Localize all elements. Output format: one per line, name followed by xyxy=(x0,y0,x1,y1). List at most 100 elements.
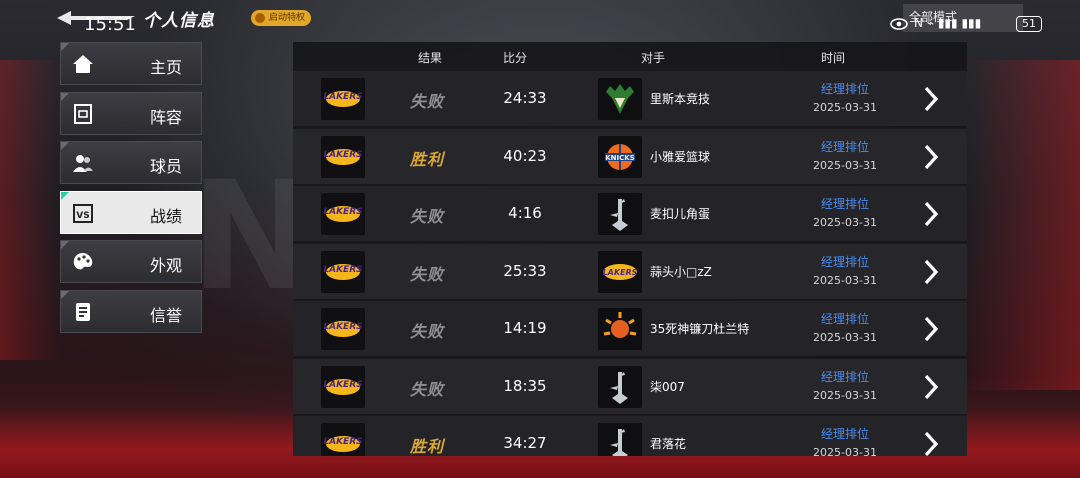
header-result: 结果 xyxy=(418,51,443,65)
arena-board-right xyxy=(965,60,1080,390)
knicks-logo: KNICKS xyxy=(598,135,642,178)
match-type-link[interactable]: 经理排位 xyxy=(797,310,893,327)
match-score: 25:33 xyxy=(503,261,547,280)
sidebar-item-label: 球员 xyxy=(150,157,183,176)
match-result: 胜利 xyxy=(409,437,444,456)
bucks-logo xyxy=(598,78,642,120)
palette-icon xyxy=(73,253,93,270)
court-icon xyxy=(74,103,92,124)
match-type-link[interactable]: 经理排位 xyxy=(797,80,893,97)
lakers-logo-text: LAKERS xyxy=(323,92,363,102)
match-date: 2025-03-31 xyxy=(813,331,877,344)
sidebar-item-label: 阵容 xyxy=(150,107,183,127)
chevron-right-icon[interactable] xyxy=(921,373,941,401)
chevron-right-icon[interactable] xyxy=(921,258,941,286)
own-team-logo: LAKERS xyxy=(321,193,365,235)
match-type-link[interactable]: 经理排位 xyxy=(797,368,893,385)
match-score: 40:23 xyxy=(503,146,547,165)
own-team-logo: LAKERS xyxy=(321,365,365,408)
header-time: 时间 xyxy=(821,51,846,65)
match-score: 24:33 xyxy=(503,89,547,107)
suns-logo xyxy=(598,308,642,350)
opponent-name: 蒜头小□zZ xyxy=(650,264,712,279)
own-team-logo: LAKERS xyxy=(321,250,365,293)
sidebar-item-lineup[interactable]: 阵容 xyxy=(60,91,202,135)
clock: 15:51 xyxy=(84,14,136,35)
sidebar-item-label: 主页 xyxy=(150,58,183,77)
match-result: 失败 xyxy=(409,264,444,284)
privilege-icon xyxy=(255,13,265,23)
match-type-link[interactable]: 经理排位 xyxy=(797,425,893,442)
match-record-table: 结果 比分 对手 时间 LAKERS 失败 24:33 里斯本竞技 经理排位 2025-0… xyxy=(293,42,967,456)
match-type-link[interactable]: 经理排位 xyxy=(797,195,893,212)
table-row[interactable]: LAKERS 失败 25:33 LAKERS 蒜头小□zZ 经理排位 2025-03-31 xyxy=(293,242,967,299)
network-status: N ⌁ ▮▮▮ ▮▮▮ xyxy=(914,16,982,30)
chevron-right-icon[interactable] xyxy=(921,315,941,343)
table-row[interactable]: LAKERS 失败 24:33 里斯本竞技 经理排位 2025-03-31 xyxy=(293,70,967,126)
match-type-link[interactable]: 经理排位 xyxy=(797,253,893,270)
sidebar-item-credit[interactable]: 信誉 xyxy=(60,289,202,333)
spurs-logo xyxy=(598,423,642,456)
page-title: 个人信息 xyxy=(143,11,215,31)
own-team-logo: LAKERS xyxy=(321,308,365,350)
match-date: 2025-03-31 xyxy=(813,216,877,229)
chevron-right-icon[interactable] xyxy=(921,143,941,171)
match-date: 2025-03-31 xyxy=(813,388,877,402)
table-row[interactable]: LAKERS 胜利 34:27 君落花 经理排位 2025-03-31 xyxy=(293,415,967,456)
eye-icon xyxy=(890,18,908,30)
match-result: 胜利 xyxy=(409,149,444,169)
sidebar-item-players[interactable]: 球员 xyxy=(60,141,202,184)
svg-text:VS: VS xyxy=(76,211,89,221)
chevron-right-icon[interactable] xyxy=(921,200,941,228)
players-icon xyxy=(73,155,93,172)
spurs-logo xyxy=(598,193,642,235)
match-type-link[interactable]: 经理排位 xyxy=(797,138,893,155)
match-score: 18:35 xyxy=(503,376,547,395)
table-row[interactable]: LAKERS 胜利 40:23 KNICKS 小雅爱篮球 经理排位 2025-03-31 xyxy=(293,127,967,184)
battery-indicator: 51 xyxy=(1016,16,1042,32)
own-team-logo: LAKERS xyxy=(321,78,365,120)
match-date: 2025-03-31 xyxy=(813,101,877,114)
opponent-name: 君落花 xyxy=(650,437,687,451)
opponent-name: 里斯本竞技 xyxy=(650,92,711,106)
svg-text:KNICKS: KNICKS xyxy=(605,154,635,162)
sidebar-item-home[interactable]: 主页 xyxy=(60,42,202,85)
own-team-logo: LAKERS xyxy=(321,135,365,178)
table-row[interactable]: LAKERS 失败 14:19 35死神镰刀杜兰特 经理排位 2025-03-31 xyxy=(293,300,967,356)
privilege-label: 启动特权 xyxy=(269,13,306,23)
header-score: 比分 xyxy=(503,51,528,65)
match-score: 4:16 xyxy=(508,204,542,222)
match-result: 失败 xyxy=(409,92,444,111)
sidebar-item-label: 外观 xyxy=(150,256,183,275)
privilege-badge[interactable]: 启动特权 xyxy=(251,10,312,26)
status-bar: 15:51 个人信息 启动特权 全部模式 N ⌁ ▮▮▮ ▮▮▮ 51 xyxy=(0,0,1080,40)
match-score: 34:27 xyxy=(503,434,547,452)
opponent-name: 麦扣儿角蛋 xyxy=(650,207,711,221)
vs-icon: VS xyxy=(73,203,93,223)
opponent-name: 柒007 xyxy=(650,379,685,394)
chevron-right-icon[interactable] xyxy=(921,85,941,113)
sidebar-item-label: 信誉 xyxy=(150,305,183,325)
lakers-logo-text: LAKERS xyxy=(323,379,363,390)
opponent-name: 小雅爱篮球 xyxy=(650,149,711,164)
sidebar-item-record[interactable]: VS 战绩 xyxy=(60,190,202,234)
opponent-name: 35死神镰刀杜兰特 xyxy=(650,322,750,336)
badge-icon xyxy=(76,302,90,321)
sidebar-item-appearance[interactable]: 外观 xyxy=(60,240,202,283)
chevron-right-icon[interactable] xyxy=(921,430,941,456)
lakers-logo-text: LAKERS xyxy=(323,322,363,332)
match-date: 2025-03-31 xyxy=(813,273,877,287)
table-row[interactable]: LAKERS 失败 4:16 麦扣儿角蛋 经理排位 2025-03-31 xyxy=(293,185,967,241)
lakers-logo-text: LAKERS xyxy=(323,149,363,160)
svg-text:LAKERS: LAKERS xyxy=(603,268,638,277)
lakers-logo-text: LAKERS xyxy=(323,264,363,275)
lakers-logo-text: LAKERS xyxy=(323,437,363,447)
system-icons: N ⌁ ▮▮▮ ▮▮▮ 51 xyxy=(890,16,1050,36)
lakers-logo-text: LAKERS xyxy=(323,207,363,217)
lakers-logo: LAKERS xyxy=(598,250,642,293)
own-team-logo: LAKERS xyxy=(321,423,365,456)
spurs-logo xyxy=(598,365,642,408)
header-opponent: 对手 xyxy=(641,51,666,65)
table-row[interactable]: LAKERS 失败 18:35 柒007 经理排位 2025-03-31 xyxy=(293,357,967,414)
match-date: 2025-03-31 xyxy=(813,158,877,172)
